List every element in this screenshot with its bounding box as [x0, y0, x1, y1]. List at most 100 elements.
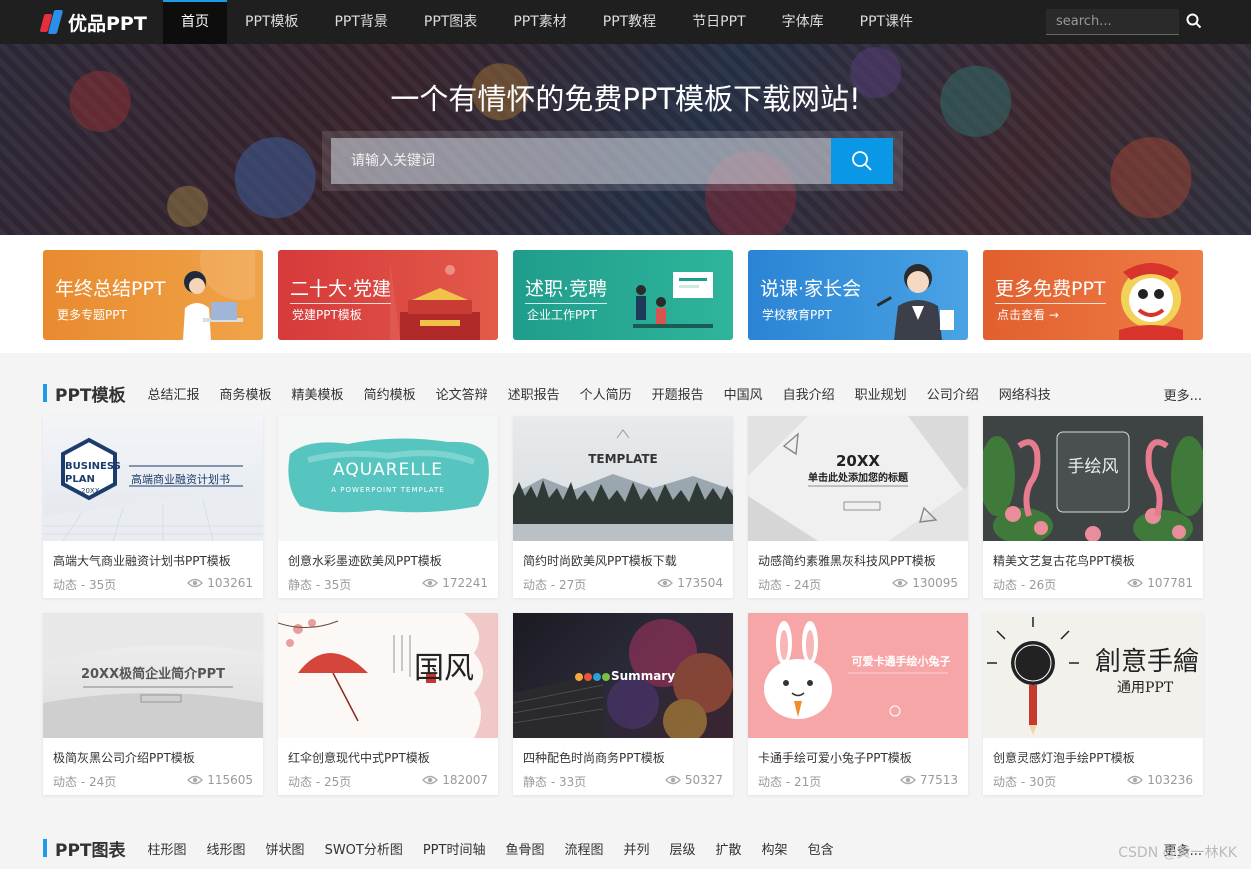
tag-link[interactable]: 中国风 [724, 384, 763, 403]
category-title: 述职·竞聘 [525, 274, 608, 304]
tag-link[interactable]: 构架 [762, 839, 788, 858]
card-title[interactable]: 高端大气商业融资计划书PPT模板 [53, 552, 231, 569]
search-icon[interactable] [1186, 13, 1202, 29]
tag-link[interactable]: SWOT分析图 [325, 839, 403, 858]
tag-link[interactable]: 职业规划 [855, 384, 907, 403]
tag-link[interactable]: PPT时间轴 [423, 839, 486, 858]
flamingo-floral-thumbnail [983, 431, 1203, 541]
eye-icon [187, 775, 204, 785]
card-title[interactable]: 卡通手绘可爱小兔子PPT模板 [758, 749, 912, 766]
tag-link[interactable]: 个人简历 [580, 384, 632, 403]
top-search-input[interactable] [1046, 9, 1179, 34]
tag-link[interactable]: 精美模板 [292, 384, 344, 403]
more-link[interactable]: 更多... [1164, 385, 1202, 404]
template-card[interactable]: Summary 四种配色时尚商务PPT模板 静态 - 33页 50327 [513, 613, 733, 795]
card-meta: 静态 - 35页 [288, 578, 352, 592]
category-year-end-summary[interactable]: 年终总结PPT 更多专题PPT [43, 250, 263, 340]
eye-icon [899, 775, 916, 785]
tag-link[interactable]: 流程图 [564, 839, 603, 858]
tag-link[interactable]: 述职报告 [508, 384, 560, 403]
main-nav: 首页 PPT模板 PPT背景 PPT图表 PPT素材 PPT教程 节日PPT 字… [163, 0, 931, 44]
tag-link[interactable]: 自我介绍 [783, 384, 835, 403]
template-thumbnail: 国风 [278, 613, 498, 738]
category-subtitle: 学校教育PPT [762, 308, 832, 322]
template-card[interactable]: 創意手繪 通用PPT 创意灵感灯泡手绘PPT模板 动态 - 30页 103236 [983, 613, 1203, 795]
view-count: 77513 [919, 773, 958, 787]
tag-link[interactable]: 层级 [670, 839, 696, 858]
card-meta: 动态 - 35页 [53, 578, 117, 592]
hero-search-button[interactable] [831, 138, 893, 184]
nav-item-ppt-courseware[interactable]: PPT课件 [842, 0, 931, 44]
template-thumbnail: AQUARELLE A POWERPOINT TEMPLATE [278, 416, 498, 541]
tag-link[interactable]: 商务模板 [220, 384, 272, 403]
hero-search-input[interactable] [331, 138, 831, 184]
nav-item-ppt-material[interactable]: PPT素材 [495, 0, 584, 44]
logo-mark-icon [39, 10, 64, 34]
view-count: 50327 [684, 773, 723, 787]
lion-dance-illustration [1119, 263, 1183, 340]
top-navbar: 优品PPT 首页 PPT模板 PPT背景 PPT图表 PPT素材 PPT教程 节… [0, 0, 1251, 44]
teacher-illustration [876, 264, 954, 340]
card-meta: 动态 - 25页 [288, 775, 352, 789]
card-title[interactable]: 创意灵感灯泡手绘PPT模板 [993, 749, 1135, 766]
template-card[interactable]: 国风 红伞创意现代中式PPT模板 动态 - 25页 182007 [278, 613, 498, 795]
nav-item-holiday-ppt[interactable]: 节日PPT [674, 0, 763, 44]
card-views: 107781 [1127, 576, 1193, 590]
card-title[interactable]: 动感简约素雅黑灰科技风PPT模板 [758, 552, 936, 569]
tag-link[interactable]: 包含 [808, 839, 834, 858]
tag-link[interactable]: 鱼骨图 [505, 839, 544, 858]
card-title[interactable]: 精美文艺复古花鸟PPT模板 [993, 552, 1135, 569]
card-title[interactable]: 简约时尚欧美风PPT模板下载 [523, 552, 677, 569]
view-count: 173504 [677, 576, 723, 590]
csdn-watermark: CSDN @黄一林KK [1118, 845, 1237, 861]
template-card[interactable]: AQUARELLE A POWERPOINT TEMPLATE 创意水彩墨迹欧美… [278, 416, 498, 598]
site-logo[interactable]: 优品PPT [39, 8, 147, 36]
category-job-report[interactable]: 述职·竞聘 企业工作PPT [513, 250, 733, 340]
view-count: 115605 [207, 773, 253, 787]
eye-icon [892, 578, 909, 588]
template-card[interactable]: BUSINESS PLAN 20XX 高端商业融资计划书 高端大气商业融资计划书… [43, 416, 263, 598]
card-title[interactable]: 创意水彩墨迹欧美风PPT模板 [288, 552, 442, 569]
category-title: 二十大·党建 [290, 274, 392, 304]
tag-link[interactable]: 公司介绍 [927, 384, 979, 403]
tag-link[interactable]: 线形图 [207, 839, 246, 858]
card-views: 50327 [664, 773, 723, 787]
nav-item-ppt-chart[interactable]: PPT图表 [406, 0, 495, 44]
tag-link[interactable]: 简约模板 [364, 384, 416, 403]
thumb-title: 20XX极简企业简介PPT [80, 667, 226, 682]
card-title[interactable]: 四种配色时尚商务PPT模板 [523, 749, 665, 766]
template-thumbnail: 手绘风 [983, 416, 1203, 541]
tag-link[interactable]: 并列 [624, 839, 650, 858]
eye-icon [1127, 578, 1144, 588]
tag-link[interactable]: 开题报告 [652, 384, 704, 403]
category-party-building[interactable]: 二十大·党建 党建PPT模板 [278, 250, 498, 340]
template-card[interactable]: 20XX极简企业简介PPT 极简灰黑公司介绍PPT模板 动态 - 24页 115… [43, 613, 263, 795]
category-lecture-parents[interactable]: 说课·家长会 学校教育PPT [748, 250, 968, 340]
template-card[interactable]: 20XX 单击此处添加您的标题 动感简约素雅黑灰科技风PPT模板 动态 - 24… [748, 416, 968, 598]
section-ppt-charts-header: PPT图表 柱形图 线形图 饼状图 SWOT分析图 PPT时间轴 鱼骨图 流程图… [43, 838, 854, 861]
template-thumbnail: TEMPLATE [513, 416, 733, 541]
category-title: 说课·家长会 [760, 278, 862, 300]
category-more-free[interactable]: 更多免费PPT 点击查看 → [983, 250, 1203, 340]
tag-link[interactable]: 扩散 [716, 839, 742, 858]
category-subtitle: 党建PPT模板 [292, 308, 362, 322]
nav-item-fonts[interactable]: 字体库 [764, 0, 842, 44]
template-card[interactable]: 手绘风 精美文艺复古花鸟PPT模板 动态 - 26页 107781 [983, 416, 1203, 598]
template-card[interactable]: 可爱卡通手绘小兔子 卡通手绘可爱小兔子PPT模板 动态 - 21页 77513 [748, 613, 968, 795]
card-title[interactable]: 红伞创意现代中式PPT模板 [288, 749, 430, 766]
card-title[interactable]: 极简灰黑公司介绍PPT模板 [53, 749, 195, 766]
tag-link[interactable]: 论文答辩 [436, 384, 488, 403]
logo-text: 优品PPT [68, 12, 147, 35]
tag-link[interactable]: 柱形图 [148, 839, 187, 858]
nav-item-ppt-background[interactable]: PPT背景 [316, 0, 405, 44]
thumb-title: Summary [611, 669, 676, 683]
section-title: PPT模板 [55, 385, 126, 406]
nav-item-ppt-tutorial[interactable]: PPT教程 [585, 0, 674, 44]
nav-item-home[interactable]: 首页 [163, 0, 227, 44]
nav-item-ppt-template[interactable]: PPT模板 [227, 0, 316, 44]
tag-link[interactable]: 饼状图 [266, 839, 305, 858]
tag-link[interactable]: 网络科技 [999, 384, 1051, 403]
category-title: 更多免费PPT [995, 274, 1106, 304]
template-card[interactable]: TEMPLATE 简约时尚欧美风PPT模板下载 动态 - 27页 173504 [513, 416, 733, 598]
tag-link[interactable]: 总结汇报 [148, 384, 200, 403]
